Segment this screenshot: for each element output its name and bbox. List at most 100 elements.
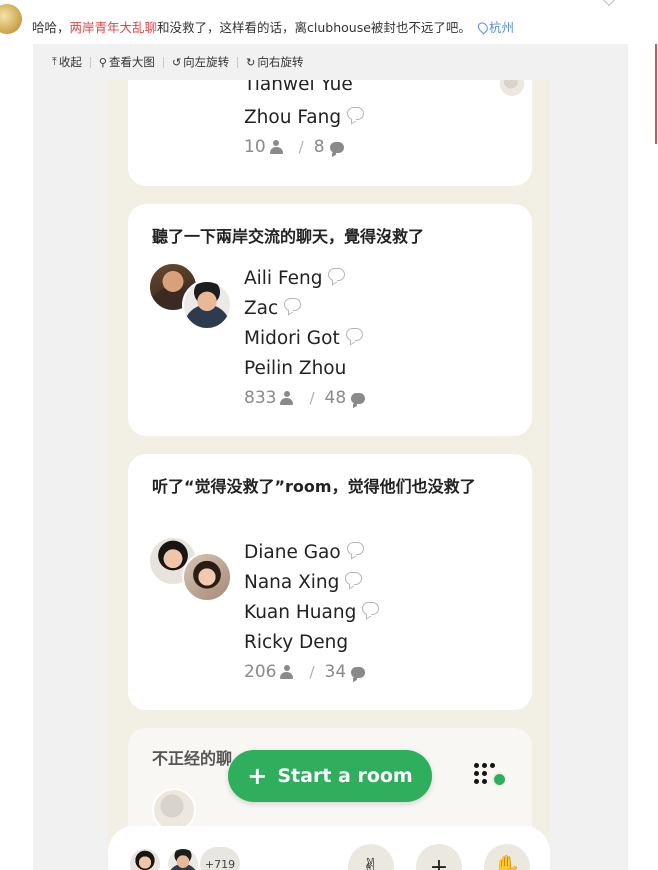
topic-link[interactable]: 两岸青年大乱聊 (70, 20, 158, 35)
user-avatar[interactable] (0, 4, 22, 34)
speaker-name: Nana Xing (244, 571, 340, 593)
image-toolbar: ⤒ 收起 ⚲ 查看大图 ↺ 向左旋转 ↻ 向右旋转 (52, 54, 311, 70)
speaker-name: Ricky Deng (244, 631, 349, 653)
chat-icon (351, 392, 366, 404)
room-card[interactable]: Tianwei Yue Zhou Fang 10 / 8 (128, 80, 532, 186)
view-large-label: 查看大图 (108, 55, 155, 69)
rotate-left-icon: ↺ (171, 55, 182, 69)
post-text-before: 哈哈， (32, 20, 70, 35)
page-right-edge (628, 44, 658, 870)
collapse-icon: ⤒ (52, 55, 57, 68)
speaker-row: Peilin Zhou (244, 353, 365, 383)
post-header: 哈哈，两岸青年大乱聊和没救了，这样看的话，离clubhouse被封也不远了吧。 杭… (0, 0, 658, 44)
speaker-count: 48 (324, 388, 347, 408)
room-card[interactable]: 听了“觉得没救了”room，觉得他们也没救了 Diane Gao Nana Xi… (128, 454, 532, 710)
plus-icon: + (429, 854, 449, 870)
online-indicator-icon (492, 772, 507, 787)
post-text-after: 和没救了，这样看的话，离clubhouse被封也不远了吧。 (157, 20, 471, 35)
speaker-row: Nana Xing (244, 567, 379, 597)
speaker-count: 8 (313, 137, 325, 157)
room-stats: 833 / 48 (244, 383, 366, 413)
rotate-right-label: 向右旋转 (257, 55, 304, 69)
room-stats: 10 / 8 (244, 132, 364, 162)
chat-icon (351, 666, 366, 678)
location-link[interactable]: 杭州 (475, 20, 514, 35)
speaker-row: Ricky Deng (244, 627, 379, 657)
grid-dot (482, 763, 487, 768)
magnifier-icon: ⚲ (98, 55, 107, 69)
rotate-left-label: 向左旋转 (183, 55, 230, 69)
room-title: 聽了一下兩岸交流的聊天，覺得沒救了 (152, 227, 425, 246)
speaker-name: Diane Gao (244, 541, 341, 563)
rotate-right-button[interactable]: ↻ 向右旋转 (238, 54, 311, 70)
stats-divider: / (309, 663, 315, 681)
rotate-right-icon: ↻ (246, 55, 256, 69)
room-member-avatar[interactable] (166, 847, 200, 870)
speaker-avatar (182, 552, 232, 602)
plus-icon: + (247, 762, 268, 790)
speaker-name: Midori Got (244, 327, 340, 349)
person-icon (280, 665, 294, 679)
location-label: 杭州 (488, 20, 514, 35)
listener-count: 10 (244, 137, 266, 157)
start-room-label: Start a room (277, 765, 413, 787)
speech-bubble-icon (345, 571, 363, 585)
speaker-avatar (182, 280, 232, 330)
stats-divider: / (298, 138, 304, 156)
app-screenshot: Tianwei Yue Zhou Fang 10 / 8 聽了一下兩岸交流的聊天… (108, 80, 550, 870)
speaker-name: Aili Feng (244, 267, 323, 289)
raise-hand-button[interactable]: ✋ (484, 844, 530, 870)
speaker-name: Zhou Fang (244, 106, 342, 128)
speech-bubble-icon (347, 106, 365, 120)
collapse-button[interactable]: ⤒ 收起 (52, 54, 90, 70)
peace-hand-icon: ✌ (361, 854, 381, 870)
speech-bubble-icon (346, 541, 364, 555)
room-member-avatar[interactable] (128, 847, 162, 870)
rotate-left-button[interactable]: ↺ 向左旋转 (164, 54, 237, 70)
speaker-count: 34 (324, 662, 347, 682)
grid-dot (474, 763, 479, 768)
speaker-name: Kuan Huang (244, 601, 357, 623)
location-pin-icon (475, 20, 490, 35)
person-icon (280, 391, 294, 405)
speaker-name: Tianwei Yue (244, 80, 353, 95)
member-count-badge[interactable]: +719 (200, 847, 240, 870)
speaker-row: Zac (244, 293, 365, 323)
view-large-button[interactable]: ⚲ 查看大图 (91, 54, 163, 70)
chevron-down-icon[interactable] (601, 0, 617, 7)
collapse-label: 收起 (58, 55, 82, 69)
grid-dot (482, 771, 487, 776)
speaker-row: Diane Gao (244, 537, 379, 567)
stats-divider: / (309, 389, 315, 407)
raise-hand-icon: ✋ (493, 854, 521, 870)
speaker-avatar (498, 80, 526, 98)
speaker-name: Peilin Zhou (244, 357, 347, 379)
grid-dot (474, 779, 479, 784)
speech-bubble-icon (284, 297, 302, 311)
speech-bubble-icon (345, 327, 363, 341)
post-text: 哈哈，两岸青年大乱聊和没救了，这样看的话，离clubhouse被封也不远了吧。 杭… (32, 17, 514, 36)
room-stats: 206 / 34 (244, 657, 379, 687)
listener-count: 833 (244, 388, 277, 408)
grid-dot (482, 779, 487, 784)
speaker-row: Midori Got (244, 323, 365, 353)
speaker-row: Aili Feng (244, 263, 365, 293)
speaker-row: Kuan Huang (244, 597, 380, 627)
peace-hand-button[interactable]: ✌ (348, 844, 394, 870)
start-room-button[interactable]: + Start a room (228, 750, 432, 802)
bottom-bar: +719 ✌ + ✋ (108, 826, 550, 870)
accent-divider (655, 44, 657, 144)
online-friends-button[interactable] (470, 759, 510, 793)
room-card[interactable]: 聽了一下兩岸交流的聊天，覺得沒救了 Aili Feng Zac Midori G… (128, 204, 532, 436)
listener-count: 206 (244, 662, 277, 682)
speech-bubble-icon (362, 601, 380, 615)
speaker-name: Zac (244, 297, 279, 319)
add-button[interactable]: + (416, 844, 462, 870)
speaker-row: Zhou Fang (244, 102, 365, 132)
person-icon (269, 140, 283, 154)
chat-icon (329, 141, 344, 153)
speech-bubble-icon (328, 267, 346, 281)
grid-dot (490, 763, 495, 768)
room-title: 听了“觉得没救了”room，觉得他们也没救了 (152, 477, 476, 496)
grid-dot (474, 771, 479, 776)
